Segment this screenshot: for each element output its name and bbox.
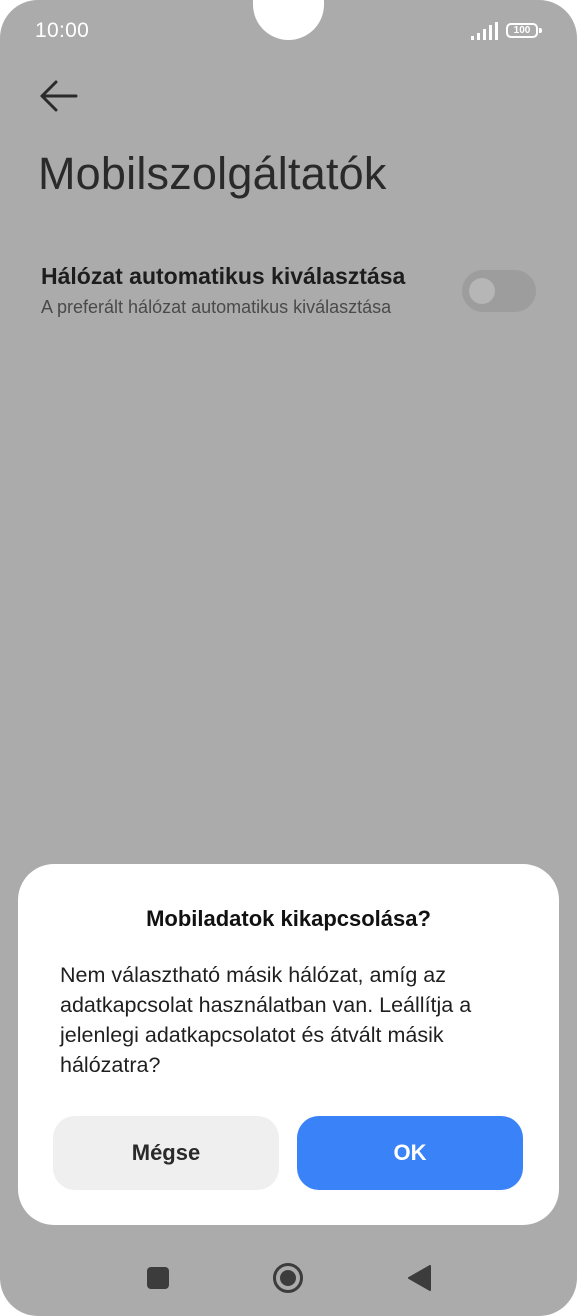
auto-network-subtitle: A preferált hálózat automatikus kiválasz… — [41, 297, 392, 317]
ok-button[interactable]: OK — [297, 1116, 523, 1190]
status-time: 10:00 — [35, 19, 90, 42]
dialog-message: Nem választható másik hálózat, amíg az a… — [60, 963, 472, 1077]
dialog-title: Mobiladatok kikapcsolása? — [146, 906, 431, 931]
cancel-button[interactable]: Mégse — [53, 1116, 279, 1190]
circle-home-icon[interactable] — [272, 1262, 304, 1294]
phone-screen: 10:00 100 Mobilszolgáltatók Hálózat auto… — [0, 0, 577, 1316]
navigation-bar — [0, 1240, 577, 1316]
toggle-knob — [469, 278, 495, 304]
page-title: Mobilszolgáltatók — [38, 148, 387, 199]
confirm-dialog: Mobiladatok kikapcsolása? Nem választhat… — [18, 864, 559, 1225]
battery-icon: 100 — [506, 23, 538, 38]
arrow-left-icon[interactable] — [38, 78, 80, 114]
cancel-button-label: Mégse — [131, 1140, 201, 1165]
ok-button-label: OK — [393, 1140, 427, 1165]
triangle-back-icon[interactable] — [407, 1265, 431, 1291]
auto-network-toggle[interactable] — [462, 270, 536, 312]
auto-network-title[interactable]: Hálózat automatikus kiválasztása — [41, 263, 405, 290]
battery-level: 100 — [513, 25, 531, 36]
square-icon[interactable] — [147, 1267, 169, 1289]
battery-tip — [539, 28, 542, 33]
signal-bars-icon — [471, 22, 498, 40]
